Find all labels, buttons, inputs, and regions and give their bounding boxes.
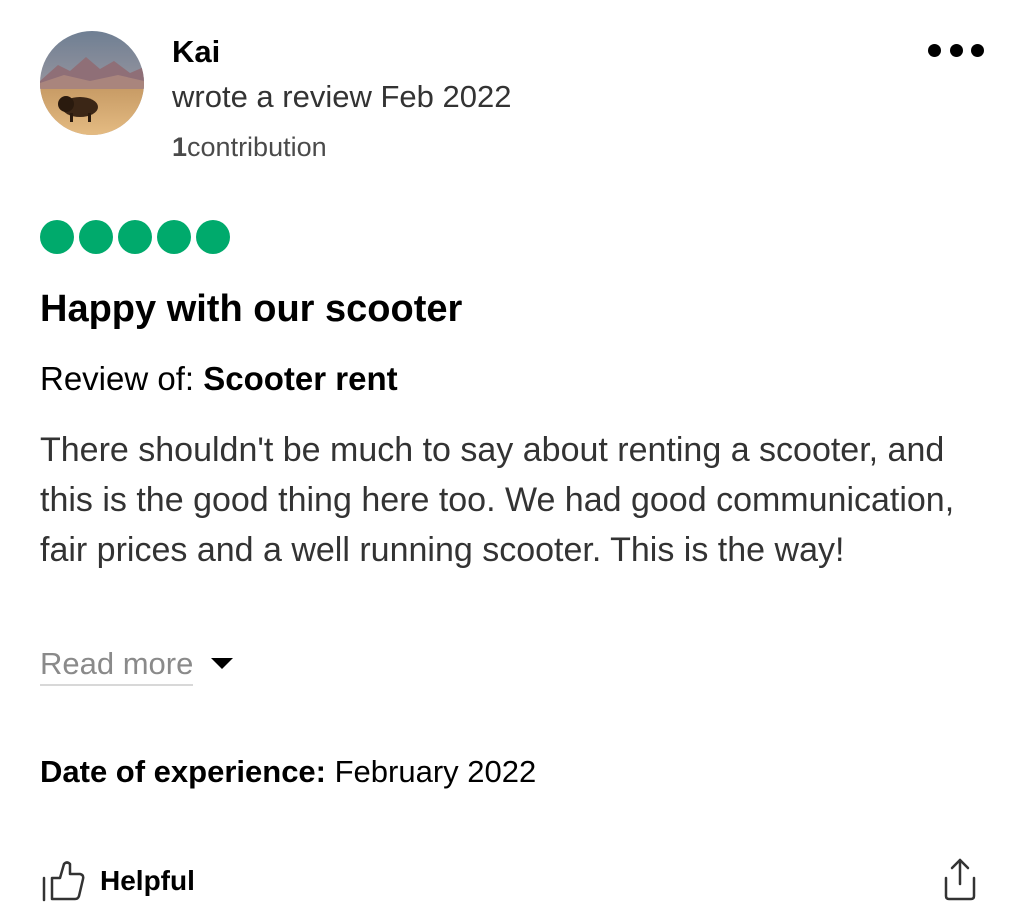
review-date-meta: wrote a review Feb 2022 — [172, 79, 512, 114]
rating-bubble-icon — [79, 220, 113, 254]
thumbs-up-icon — [42, 861, 85, 902]
date-of-experience: Date of experience: February 2022 — [40, 752, 536, 792]
more-horizontal-icon — [949, 43, 963, 57]
date-of-experience-value: February 2022 — [334, 754, 537, 789]
review-of: Review of: Scooter rent — [40, 358, 398, 400]
reviewer-name[interactable]: Kai — [172, 32, 220, 72]
more-horizontal-icon — [971, 43, 984, 57]
review-of-target[interactable]: Scooter rent — [203, 360, 397, 397]
contribution-count: 1contribution — [172, 129, 327, 165]
more-horizontal-icon — [928, 43, 941, 57]
review-body: There shouldn't be much to say about ren… — [40, 431, 955, 569]
share-button[interactable] — [940, 856, 980, 902]
share-icon — [944, 858, 976, 901]
review-card: Kai wrote a review Feb 2022 1contributio… — [0, 0, 1024, 923]
caret-down-icon — [211, 657, 234, 669]
avatar[interactable] — [40, 31, 144, 135]
more-options-button[interactable] — [928, 38, 984, 62]
rating-bubble-icon — [40, 220, 74, 254]
avatar-image — [40, 31, 144, 135]
date-of-experience-label: Date of experience: — [40, 754, 326, 789]
rating-bubble-icon — [157, 220, 191, 254]
review-of-label: Review of: — [40, 360, 195, 397]
bubble-rating — [40, 220, 230, 254]
helpful-label: Helpful — [100, 865, 195, 896]
rating-bubble-icon — [118, 220, 152, 254]
contribution-label: contribution — [187, 132, 327, 162]
read-more-label: Read more — [40, 644, 194, 686]
rating-bubble-icon — [196, 220, 230, 254]
helpful-button[interactable]: Helpful — [40, 858, 195, 904]
read-more-button[interactable]: Read more — [40, 644, 234, 686]
review-title: Happy with our scooter — [40, 288, 463, 330]
contribution-number: 1 — [172, 132, 188, 162]
